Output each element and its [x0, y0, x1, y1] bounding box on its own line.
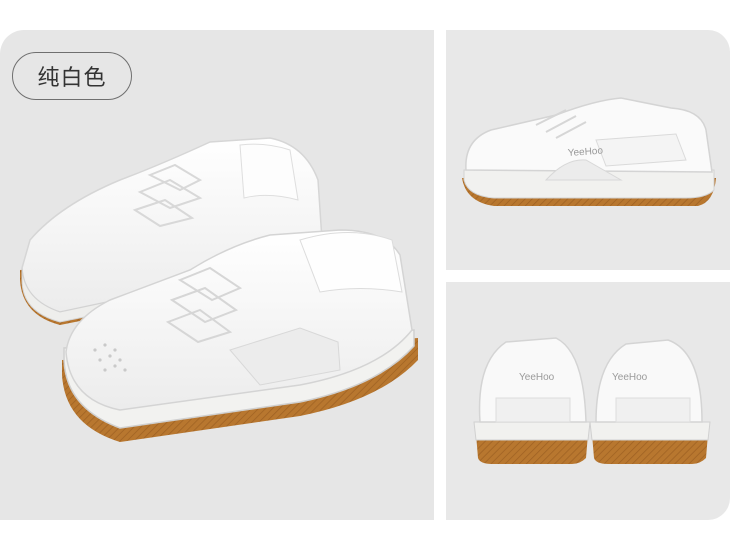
side-view-photo: YeeHoo — [446, 30, 730, 270]
sneaker-pair-illustration — [20, 137, 418, 442]
main-product-photo: 纯白色 — [0, 30, 434, 520]
right-heel-logo-text: YeeHoo — [612, 372, 648, 383]
sneaker-heel-illustration: YeeHoo YeeHoo — [473, 337, 711, 464]
back-view-photo: YeeHoo YeeHoo — [446, 282, 730, 520]
right-heel: YeeHoo — [589, 339, 711, 464]
left-heel-logo-text: YeeHoo — [519, 372, 555, 383]
left-heel: YeeHoo — [473, 337, 591, 464]
sneaker-side-illustration: YeeHoo — [462, 97, 716, 206]
